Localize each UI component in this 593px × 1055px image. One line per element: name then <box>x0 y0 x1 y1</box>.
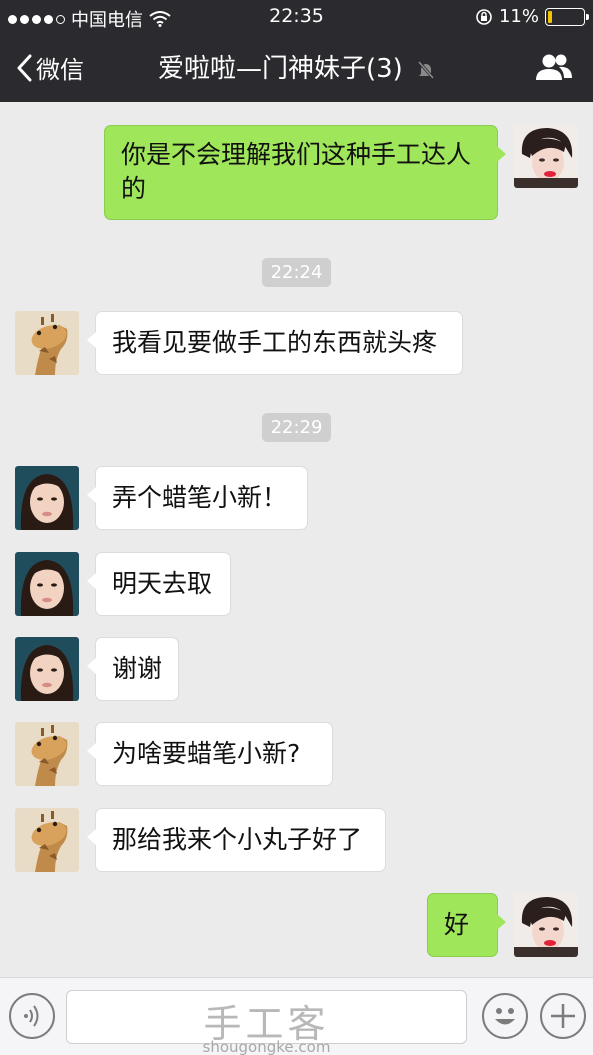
timestamp: 22:29 <box>0 413 593 442</box>
status-bar: 中国电信 22:35 11% <box>0 0 593 32</box>
top-bar: 中国电信 22:35 11% 微信 爱啦啦—门神妹子(3) <box>0 0 593 102</box>
voice-button[interactable] <box>9 993 55 1039</box>
bell-slash-icon <box>417 60 435 79</box>
avatar-girl[interactable] <box>15 637 79 701</box>
watermark-url: shougongke.com <box>202 1038 331 1055</box>
message-bubble-incoming[interactable]: 那给我来个小丸子好了 <box>87 808 386 872</box>
message-text: 弄个蜡笔小新！ <box>112 483 288 512</box>
avatar-self[interactable] <box>514 124 578 188</box>
message-input[interactable]: 手工客 shougongke.com <box>66 990 467 1055</box>
message-bubble-outgoing[interactable]: 你是不会理解我们这种手工达人 的 <box>104 125 506 220</box>
battery-fill <box>548 10 552 23</box>
message-text: 我看见要做手工的东西就头疼 <box>112 328 438 357</box>
group-info-button[interactable] <box>535 52 573 82</box>
avatar-giraffe[interactable] <box>15 808 79 872</box>
input-bar: 手工客 shougongke.com <box>0 977 593 1055</box>
message-bubble-incoming[interactable]: 谢谢 <box>87 637 179 701</box>
avatar-giraffe[interactable] <box>15 311 79 375</box>
message-bubble-outgoing[interactable]: 好 <box>427 893 506 957</box>
timestamp-text: 22:24 <box>261 258 332 287</box>
message-bubble-incoming[interactable]: 弄个蜡笔小新！ <box>87 466 308 530</box>
message-bubble-incoming[interactable]: 我看见要做手工的东西就头疼 <box>87 311 463 375</box>
message-text: 谢谢 <box>112 654 163 683</box>
plus-icon <box>551 1004 575 1028</box>
emoji-button[interactable] <box>482 993 528 1039</box>
navigation-bar: 微信 爱啦啦—门神妹子(3) <box>0 36 593 98</box>
battery-icon <box>545 7 589 26</box>
emoji-icon <box>495 1008 515 1025</box>
chat-title: 爱啦啦—门神妹子(3) <box>0 48 593 85</box>
voice-icon <box>24 1005 39 1027</box>
message-text: 你是不会理解我们这种手工达人 <box>121 140 472 169</box>
timestamp-text: 22:29 <box>261 413 332 442</box>
message-text: 那给我来个小丸子好了 <box>112 825 363 854</box>
battery-percent: 11% <box>498 6 539 27</box>
add-button[interactable] <box>540 993 586 1039</box>
message-bubble-incoming[interactable]: 明天去取 <box>87 552 231 616</box>
rotation-lock-icon <box>476 8 492 25</box>
message-text: 为啥要蜡笔小新? <box>112 739 301 768</box>
chat-title-text: 爱啦啦—门神妹子(3) <box>157 54 403 84</box>
message-text: 好 <box>444 910 470 939</box>
avatar-self[interactable] <box>514 893 578 957</box>
avatar-girl[interactable] <box>15 552 79 616</box>
message-text: 明天去取 <box>112 569 213 598</box>
avatar-girl[interactable] <box>15 466 79 530</box>
timestamp: 22:24 <box>0 258 593 287</box>
message-bubble-incoming[interactable]: 为啥要蜡笔小新? <box>87 722 333 786</box>
message-text: 的 <box>121 174 147 203</box>
avatar-giraffe[interactable] <box>15 722 79 786</box>
